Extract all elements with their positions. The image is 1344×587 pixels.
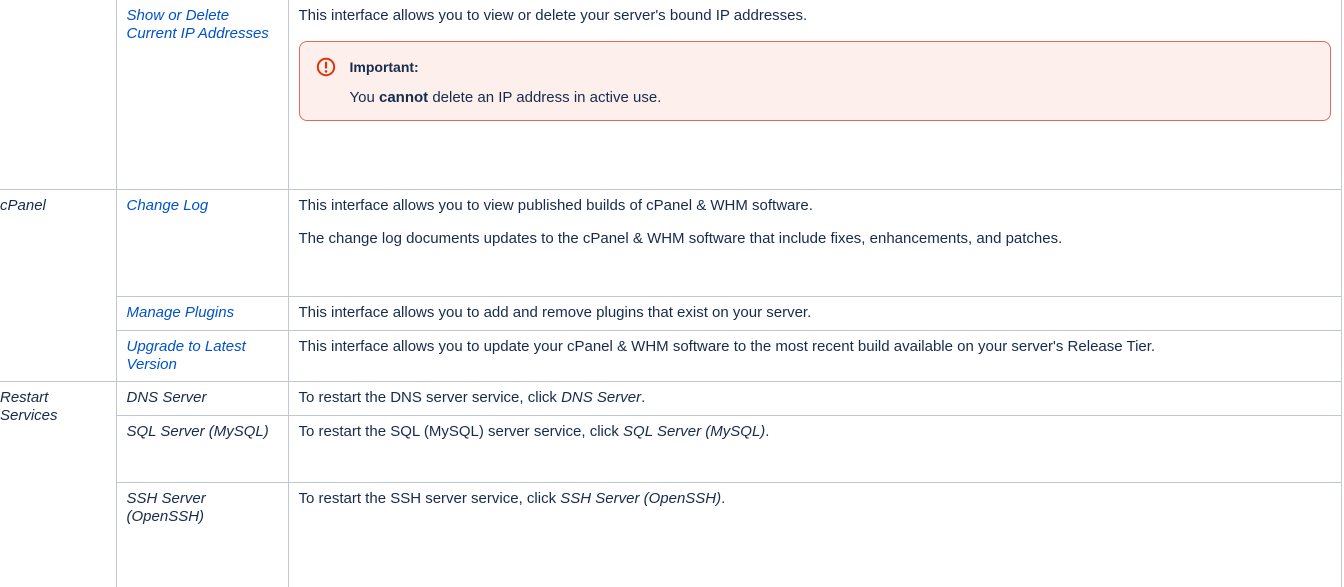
description-emphasis: SQL Server (MySQL) bbox=[623, 423, 766, 440]
description-text: To restart the SSH server service, click bbox=[298, 490, 561, 507]
description-cell: To restart the DNS server service, click… bbox=[287, 381, 1342, 416]
description-suffix: . bbox=[765, 423, 770, 440]
category-label-cpanel: cPanel bbox=[0, 197, 46, 214]
description-cell: This interface allows you to add and rem… bbox=[287, 296, 1342, 331]
description-cell: To restart the SSH server service, click… bbox=[287, 482, 1342, 587]
category-cell bbox=[0, 0, 117, 190]
important-callout: Important: You cannot delete an IP addre… bbox=[298, 41, 1331, 121]
callout-body-end: delete an IP address in active use. bbox=[428, 89, 662, 106]
description-text: The change log documents updates to the … bbox=[298, 230, 1063, 247]
feature-cell: Manage Plugins bbox=[115, 296, 289, 331]
upgrade-latest-version-link[interactable]: Upgrade to Latest Version bbox=[127, 338, 246, 373]
category-cell: Restart Services bbox=[0, 381, 117, 587]
table-row: Show or Delete Current IP Addresses This… bbox=[0, 0, 1342, 190]
description-emphasis: SSH Server (OpenSSH) bbox=[560, 490, 722, 507]
description-cell: This interface allows you to update your… bbox=[287, 330, 1342, 382]
description-text: To restart the SQL (MySQL) server servic… bbox=[298, 423, 624, 440]
page: Show or Delete Current IP Addresses This… bbox=[0, 0, 1344, 587]
description-text: To restart the DNS server service, click bbox=[298, 389, 562, 406]
description-text: This interface allows you to view publis… bbox=[298, 197, 813, 214]
table-row: SQL Server (MySQL) To restart the SQL (M… bbox=[0, 415, 1342, 483]
description-suffix: . bbox=[721, 490, 726, 507]
callout-title: Important: bbox=[349, 59, 419, 75]
table-row: Manage Plugins This interface allows you… bbox=[0, 296, 1342, 331]
feature-cell: DNS Server bbox=[115, 381, 289, 416]
warning-circle-icon bbox=[316, 57, 335, 77]
manage-plugins-link[interactable]: Manage Plugins bbox=[127, 304, 235, 321]
description-cell: This interface allows you to view publis… bbox=[287, 189, 1342, 297]
category-label-restart-services: Restart Services bbox=[0, 389, 58, 424]
table-row: Upgrade to Latest Version This interface… bbox=[0, 330, 1342, 382]
description-text: This interface allows you to view or del… bbox=[298, 7, 808, 24]
sql-server-label: SQL Server (MySQL) bbox=[126, 423, 269, 440]
callout-body: You cannot delete an IP address in activ… bbox=[350, 89, 1313, 107]
description-suffix: . bbox=[641, 389, 646, 406]
description-cell: This interface allows you to view or del… bbox=[287, 0, 1342, 190]
feature-cell: Upgrade to Latest Version bbox=[115, 330, 289, 382]
change-log-link[interactable]: Change Log bbox=[127, 197, 209, 214]
feature-cell: SSH Server (OpenSSH) bbox=[115, 482, 289, 587]
description-text: This interface allows you to update your… bbox=[298, 338, 1156, 355]
table-row: cPanel Change Log This interface allows … bbox=[0, 189, 1342, 382]
table-row: Restart Services DNS Server To restart t… bbox=[0, 381, 1342, 587]
dns-server-label: DNS Server bbox=[126, 389, 207, 406]
description-cell: To restart the SQL (MySQL) server servic… bbox=[287, 415, 1342, 483]
ssh-server-label: SSH Server (OpenSSH) bbox=[126, 490, 206, 525]
category-cell: cPanel bbox=[0, 189, 117, 382]
table-row: SSH Server (OpenSSH) To restart the SSH … bbox=[0, 482, 1342, 587]
feature-cell: SQL Server (MySQL) bbox=[115, 415, 289, 483]
description-emphasis: DNS Server bbox=[561, 389, 642, 406]
feature-cell: Show or Delete Current IP Addresses bbox=[115, 0, 289, 190]
show-delete-ip-link[interactable]: Show or Delete Current IP Addresses bbox=[127, 7, 269, 42]
callout-body-start: You bbox=[349, 89, 379, 106]
documentation-table: Show or Delete Current IP Addresses This… bbox=[0, 0, 1342, 587]
callout-body-bold: cannot bbox=[378, 89, 429, 106]
description-text: This interface allows you to add and rem… bbox=[298, 304, 812, 321]
feature-cell: Change Log bbox=[115, 189, 289, 297]
